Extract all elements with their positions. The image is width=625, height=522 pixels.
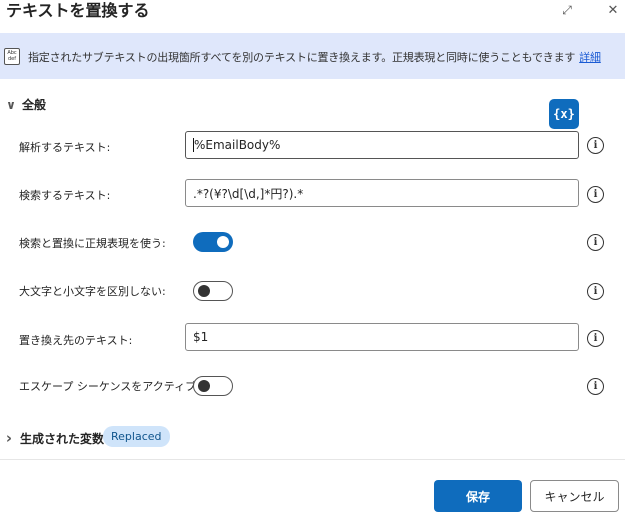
chevron-down-icon: ∨	[6, 97, 16, 112]
text-to-parse-label: 解析するテキスト:	[19, 141, 111, 154]
footer-divider	[0, 459, 625, 460]
info-icon[interactable]: i	[587, 234, 604, 251]
text-to-parse-value: %EmailBody%	[194, 138, 281, 152]
expand-icon[interactable]: ⤢	[557, 0, 577, 20]
save-button[interactable]: 保存	[434, 480, 522, 512]
cancel-button[interactable]: キャンセル	[530, 480, 619, 512]
toggle-knob	[198, 380, 210, 392]
escape-toggle[interactable]	[193, 376, 233, 396]
learn-more-link[interactable]: 詳細	[579, 51, 601, 64]
section-generated-label: 生成された変数	[20, 431, 105, 446]
text-action-icon: Abc def	[4, 48, 20, 65]
chevron-right-icon: ›	[5, 429, 13, 447]
section-general-label: 全般	[22, 98, 47, 112]
use-regex-toggle[interactable]	[193, 232, 233, 252]
banner-text: 指定されたサブテキストの出現箇所すべてを別のテキストに置き換えます。正規表現と同…	[28, 51, 576, 64]
section-general[interactable]: ∨ 全般	[4, 96, 46, 113]
info-icon[interactable]: i	[587, 378, 604, 395]
info-icon[interactable]: i	[587, 330, 604, 347]
ignore-case-label: 大文字と小文字を区別しない:	[19, 285, 166, 298]
use-regex-label: 検索と置換に正規表現を使う:	[19, 237, 166, 250]
text-to-find-input[interactable]: .*?(¥?\d[\d,]*円?).*	[185, 179, 579, 207]
banner-description: 指定されたサブテキストの出現箇所すべてを別のテキストに置き換えます。正規表現と同…	[28, 49, 601, 65]
close-icon[interactable]: ✕	[603, 0, 623, 20]
section-generated-variables[interactable]: › 生成された変数	[2, 429, 104, 447]
info-icon[interactable]: i	[587, 137, 604, 154]
replace-with-value: $1	[193, 330, 209, 344]
ignore-case-toggle[interactable]	[193, 281, 233, 301]
info-banner: Abc def 指定されたサブテキストの出現箇所すべてを別のテキストに置き換えま…	[0, 33, 625, 79]
info-icon[interactable]: i	[587, 186, 604, 203]
replace-with-label: 置き換え先のテキスト:	[19, 334, 133, 347]
variable-badge[interactable]: Replaced	[103, 426, 170, 447]
text-to-parse-input[interactable]: %EmailBody%	[185, 131, 579, 159]
text-to-find-label: 検索するテキスト:	[19, 189, 111, 202]
toggle-knob	[217, 236, 229, 248]
escape-label: エスケープ シーケンスをアクティブ化:	[19, 380, 211, 393]
variable-picker-button[interactable]: {x}	[549, 99, 579, 129]
replace-with-input[interactable]: $1	[185, 323, 579, 351]
info-icon[interactable]: i	[587, 283, 604, 300]
toggle-knob	[198, 285, 210, 297]
dialog-title: テキストを置換する	[6, 1, 150, 20]
text-to-find-value: .*?(¥?\d[\d,]*円?).*	[193, 186, 304, 201]
